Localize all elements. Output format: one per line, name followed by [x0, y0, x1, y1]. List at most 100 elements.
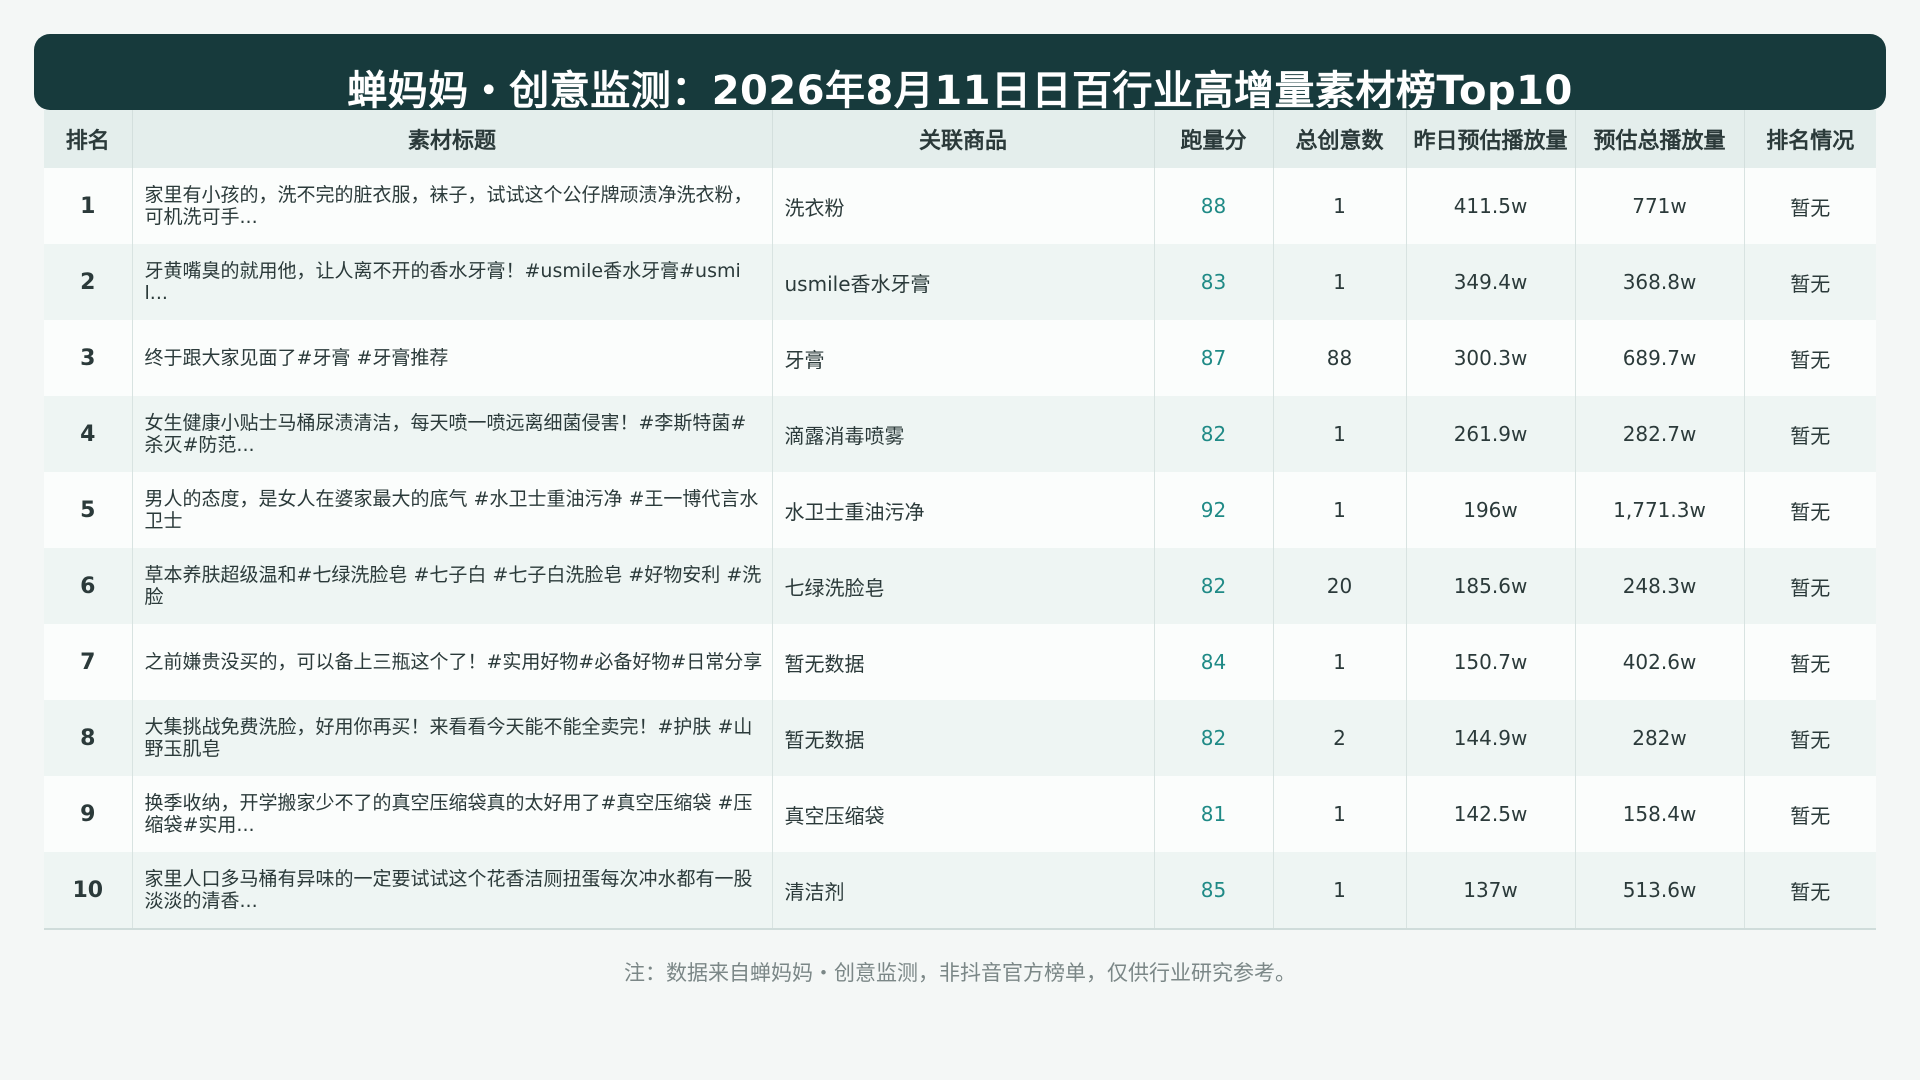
ranking-status-cell: 暂无	[1744, 548, 1876, 624]
rank-cell: 3	[44, 320, 133, 396]
product-cell: 水卫士重油污净	[772, 472, 1155, 548]
score-cell: 92	[1154, 472, 1274, 548]
ranking-table: 排名 素材标题 关联商品 跑量分 总创意数 昨日预估播放量 预估总播放量 排名情…	[44, 110, 1876, 930]
title-text: 终于跟大家见面了#牙膏 #牙膏推荐	[144, 347, 449, 369]
score-cell: 82	[1154, 396, 1274, 472]
table-body: 1 家里有小孩的，洗不完的脏衣服，袜子，试试这个公仔牌顽渍净洗衣粉，可机洗可手.…	[44, 168, 1876, 930]
ranking-table-container: 排名 素材标题 关联商品 跑量分 总创意数 昨日预估播放量 预估总播放量 排名情…	[44, 110, 1876, 930]
ranking-status-cell: 暂无	[1744, 396, 1876, 472]
product-cell: 暂无数据	[772, 624, 1155, 700]
total-plays-cell: 248.3w	[1575, 548, 1745, 624]
ranking-status-cell: 暂无	[1744, 624, 1876, 700]
header-total-plays: 预估总播放量	[1575, 110, 1745, 168]
score-cell: 85	[1154, 852, 1274, 930]
title-cell: 男人的态度，是女人在婆家最大的底气 #水卫士重油污净 #王一博代言水卫士	[132, 472, 773, 548]
score-cell: 81	[1154, 776, 1274, 852]
ranking-status-cell: 暂无	[1744, 700, 1876, 776]
product-cell: 七绿洗脸皂	[772, 548, 1155, 624]
total-plays-cell: 402.6w	[1575, 624, 1745, 700]
title-cell: 家里有小孩的，洗不完的脏衣服，袜子，试试这个公仔牌顽渍净洗衣粉，可机洗可手...	[132, 168, 773, 244]
ranking-status-cell: 暂无	[1744, 852, 1876, 930]
rank-cell: 1	[44, 168, 133, 244]
title-text: 家里有小孩的，洗不完的脏衣服，袜子，试试这个公仔牌顽渍净洗衣粉，可机洗可手...	[144, 184, 753, 228]
title-cell: 之前嫌贵没买的，可以备上三瓶这个了！#实用好物#必备好物#日常分享	[132, 624, 773, 700]
product-cell: 牙膏	[772, 320, 1155, 396]
rank-cell: 10	[44, 852, 133, 930]
total-plays-cell: 689.7w	[1575, 320, 1745, 396]
ranking-status-cell: 暂无	[1744, 776, 1876, 852]
table-row: 6 草本养肤超级温和#七绿洗脸皂 #七子白 #七子白洗脸皂 #好物安利 #洗脸 …	[44, 548, 1876, 624]
table-row: 3 终于跟大家见面了#牙膏 #牙膏推荐 牙膏 87 88 300.3w 689.…	[44, 320, 1876, 396]
yesterday-plays-cell: 142.5w	[1406, 776, 1576, 852]
score-cell: 82	[1154, 700, 1274, 776]
creatives-cell: 88	[1273, 320, 1407, 396]
page-title: 蝉妈妈・创意监测：2026年8月11日日百行业高增量素材榜Top10	[34, 34, 1886, 114]
total-plays-cell: 771w	[1575, 168, 1745, 244]
rank-cell: 7	[44, 624, 133, 700]
yesterday-plays-cell: 185.6w	[1406, 548, 1576, 624]
rank-cell: 4	[44, 396, 133, 472]
title-cell: 女生健康小贴士马桶尿渍清洁，每天喷一喷远离细菌侵害！#李斯特菌#杀灭#防范...	[132, 396, 773, 472]
score-cell: 84	[1154, 624, 1274, 700]
creatives-cell: 1	[1273, 624, 1407, 700]
product-cell: 真空压缩袋	[772, 776, 1155, 852]
title-cell: 家里人口多马桶有异味的一定要试试这个花香洁厕扭蛋每次冲水都有一股淡淡的清香...	[132, 852, 773, 930]
ranking-status-cell: 暂无	[1744, 168, 1876, 244]
yesterday-plays-cell: 261.9w	[1406, 396, 1576, 472]
table-row: 9 换季收纳，开学搬家少不了的真空压缩袋真的太好用了#真空压缩袋 #压缩袋#实用…	[44, 776, 1876, 852]
title-cell: 换季收纳，开学搬家少不了的真空压缩袋真的太好用了#真空压缩袋 #压缩袋#实用..…	[132, 776, 773, 852]
product-cell: 洗衣粉	[772, 168, 1155, 244]
title-text: 牙黄嘴臭的就用他，让人离不开的香水牙膏！#usmile香水牙膏#usmil...	[144, 260, 741, 304]
yesterday-plays-cell: 196w	[1406, 472, 1576, 548]
total-plays-cell: 282.7w	[1575, 396, 1745, 472]
title-text: 家里人口多马桶有异味的一定要试试这个花香洁厕扭蛋每次冲水都有一股淡淡的清香...	[144, 868, 753, 912]
creatives-cell: 1	[1273, 168, 1407, 244]
title-text: 换季收纳，开学搬家少不了的真空压缩袋真的太好用了#真空压缩袋 #压缩袋#实用..…	[144, 792, 753, 836]
title-text: 之前嫌贵没买的，可以备上三瓶这个了！#实用好物#必备好物#日常分享	[144, 651, 763, 673]
rank-cell: 9	[44, 776, 133, 852]
total-plays-cell: 368.8w	[1575, 244, 1745, 320]
yesterday-plays-cell: 300.3w	[1406, 320, 1576, 396]
header-score: 跑量分	[1154, 110, 1274, 168]
table-row: 2 牙黄嘴臭的就用他，让人离不开的香水牙膏！#usmile香水牙膏#usmil.…	[44, 244, 1876, 320]
title-cell: 大集挑战免费洗脸，好用你再买！来看看今天能不能全卖完！#护肤 #山野玉肌皂	[132, 700, 773, 776]
yesterday-plays-cell: 150.7w	[1406, 624, 1576, 700]
total-plays-cell: 282w	[1575, 700, 1745, 776]
creatives-cell: 20	[1273, 548, 1407, 624]
total-plays-cell: 1,771.3w	[1575, 472, 1745, 548]
header-row: 排名 素材标题 关联商品 跑量分 总创意数 昨日预估播放量 预估总播放量 排名情…	[44, 110, 1876, 168]
table-row: 10 家里人口多马桶有异味的一定要试试这个花香洁厕扭蛋每次冲水都有一股淡淡的清香…	[44, 852, 1876, 930]
ranking-status-cell: 暂无	[1744, 320, 1876, 396]
header-creatives: 总创意数	[1273, 110, 1407, 168]
table-row: 4 女生健康小贴士马桶尿渍清洁，每天喷一喷远离细菌侵害！#李斯特菌#杀灭#防范.…	[44, 396, 1876, 472]
title-cell: 牙黄嘴臭的就用他，让人离不开的香水牙膏！#usmile香水牙膏#usmil...	[132, 244, 773, 320]
header-rank: 排名	[44, 110, 133, 168]
yesterday-plays-cell: 144.9w	[1406, 700, 1576, 776]
title-cell: 草本养肤超级温和#七绿洗脸皂 #七子白 #七子白洗脸皂 #好物安利 #洗脸	[132, 548, 773, 624]
yesterday-plays-cell: 137w	[1406, 852, 1576, 930]
table-header: 排名 素材标题 关联商品 跑量分 总创意数 昨日预估播放量 预估总播放量 排名情…	[44, 110, 1876, 168]
creatives-cell: 1	[1273, 852, 1407, 930]
product-cell: 暂无数据	[772, 700, 1155, 776]
score-cell: 83	[1154, 244, 1274, 320]
table-row: 8 大集挑战免费洗脸，好用你再买！来看看今天能不能全卖完！#护肤 #山野玉肌皂 …	[44, 700, 1876, 776]
total-plays-cell: 158.4w	[1575, 776, 1745, 852]
title-cell: 终于跟大家见面了#牙膏 #牙膏推荐	[132, 320, 773, 396]
table-row: 5 男人的态度，是女人在婆家最大的底气 #水卫士重油污净 #王一博代言水卫士 水…	[44, 472, 1876, 548]
rank-cell: 5	[44, 472, 133, 548]
score-cell: 82	[1154, 548, 1274, 624]
score-cell: 88	[1154, 168, 1274, 244]
title-text: 大集挑战免费洗脸，好用你再买！来看看今天能不能全卖完！#护肤 #山野玉肌皂	[144, 716, 753, 760]
yesterday-plays-cell: 411.5w	[1406, 168, 1576, 244]
product-cell: 清洁剂	[772, 852, 1155, 930]
title-text: 草本养肤超级温和#七绿洗脸皂 #七子白 #七子白洗脸皂 #好物安利 #洗脸	[144, 564, 762, 608]
header-product: 关联商品	[772, 110, 1155, 168]
title-text: 女生健康小贴士马桶尿渍清洁，每天喷一喷远离细菌侵害！#李斯特菌#杀灭#防范...	[144, 412, 747, 456]
rank-cell: 2	[44, 244, 133, 320]
header-title: 素材标题	[132, 110, 773, 168]
rank-cell: 8	[44, 700, 133, 776]
rank-cell: 6	[44, 548, 133, 624]
yesterday-plays-cell: 349.4w	[1406, 244, 1576, 320]
header-yesterday-plays: 昨日预估播放量	[1406, 110, 1576, 168]
product-cell: 滴露消毒喷雾	[772, 396, 1155, 472]
